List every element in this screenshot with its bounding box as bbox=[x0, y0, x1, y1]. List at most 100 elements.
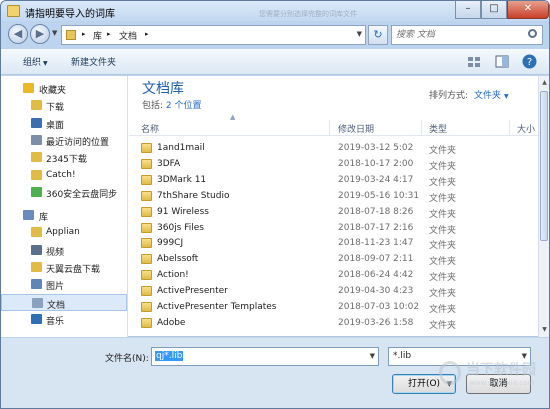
preview-pane-icon[interactable] bbox=[495, 55, 509, 68]
column-divider[interactable] bbox=[329, 120, 330, 135]
maximize-button[interactable]: □ bbox=[481, 1, 507, 19]
file-row[interactable]: ActivePresenter 2019-04-30 4:23 文件夹 bbox=[129, 283, 538, 299]
file-row[interactable]: 3DMark 11 2019-03-24 4:17 文件夹 bbox=[129, 172, 538, 188]
filetype-value: *.lib bbox=[393, 351, 412, 361]
documents-library-icon bbox=[32, 297, 43, 308]
sidebar-item-label: Applian bbox=[46, 227, 80, 238]
breadcrumb-separator[interactable]: ▸ bbox=[145, 30, 149, 38]
pictures-library-icon bbox=[31, 279, 42, 290]
sidebar-item[interactable]: 360安全云盘同步 bbox=[1, 184, 127, 201]
forward-button[interactable]: ▶ bbox=[30, 24, 50, 44]
minimize-button[interactable]: – bbox=[455, 1, 481, 19]
folder-icon bbox=[31, 152, 42, 163]
search-box[interactable] bbox=[391, 25, 543, 45]
sidebar-item[interactable]: 桌面 bbox=[1, 115, 127, 132]
sidebar-item-label: 下载 bbox=[46, 103, 65, 114]
sidebar-item[interactable]: 图片 bbox=[1, 276, 127, 293]
scroll-thumb[interactable] bbox=[540, 91, 548, 241]
folder-icon bbox=[141, 254, 152, 265]
sidebar-item[interactable]: 天翼云盘下载 bbox=[1, 259, 127, 276]
organize-menu[interactable]: 组织 ▼ bbox=[23, 55, 48, 68]
new-folder-button[interactable]: 新建文件夹 bbox=[71, 55, 116, 68]
file-type: 文件夹 bbox=[429, 305, 457, 315]
folder-icon bbox=[66, 30, 76, 40]
breadcrumb-separator[interactable]: ▸ bbox=[82, 30, 86, 38]
column-name[interactable]: 名称 bbox=[141, 122, 159, 135]
filename-combobox[interactable]: qj*.lib ▼ bbox=[151, 347, 379, 366]
open-label: 打开(O) bbox=[407, 379, 441, 389]
sidebar-item-label: 视频 bbox=[46, 247, 65, 258]
folder-icon bbox=[141, 302, 152, 312]
file-row[interactable]: 3DFA 2018-10-17 2:00 文件夹 bbox=[129, 156, 538, 172]
library-icon bbox=[23, 210, 34, 221]
file-name: 999CJ bbox=[157, 238, 184, 249]
sidebar-item[interactable]: 最近访问的位置 bbox=[1, 132, 127, 149]
breadcrumb-separator[interactable]: ▸ bbox=[107, 30, 111, 38]
recent-places-icon bbox=[31, 134, 42, 145]
folder-icon bbox=[31, 262, 42, 272]
vertical-scrollbar[interactable]: ▲ ▼ bbox=[538, 76, 549, 337]
sidebar-item[interactable]: 视频 bbox=[1, 242, 127, 259]
file-row[interactable]: 91 Wireless 2018-07-18 8:26 文件夹 bbox=[129, 204, 538, 220]
filename-input[interactable]: qj*.lib bbox=[155, 351, 184, 361]
sidebar-item-label: 桌面 bbox=[46, 120, 65, 131]
search-icon[interactable] bbox=[528, 29, 537, 38]
file-row[interactable]: Abelssoft 2018-09-07 2:11 文件夹 bbox=[129, 251, 538, 267]
content-area: 收藏夹下载桌面 最近访问的位置 2345下载 Catch! 360安全云盘同步库 Appl… bbox=[1, 76, 549, 337]
address-bar[interactable]: ▸ 库 ▸ 文档 ▸ ▼ bbox=[61, 25, 366, 45]
chevron-down-icon[interactable]: ▼ bbox=[370, 352, 375, 360]
organize-label: 组织 bbox=[23, 58, 42, 68]
watermark: 当下软件园 www.downxia.com bbox=[439, 351, 549, 408]
app-icon bbox=[7, 5, 20, 17]
breadcrumb-library[interactable]: 库 bbox=[93, 29, 102, 42]
sidebar-item[interactable]: Catch! bbox=[1, 167, 127, 184]
filename-label: 文件名(N): bbox=[105, 354, 149, 364]
folder-icon bbox=[141, 174, 152, 185]
file-row[interactable]: 7thShare Studio 2019-05-16 10:31 文件夹 bbox=[129, 188, 538, 204]
sidebar-item-label: 2345下载 bbox=[46, 155, 87, 166]
file-row[interactable]: ActivePresenter Templates 2018-07-03 10:0… bbox=[129, 299, 538, 315]
column-date[interactable]: 修改日期 bbox=[338, 122, 374, 135]
file-type: 文件夹 bbox=[429, 209, 457, 220]
view-options-icon[interactable] bbox=[467, 55, 481, 68]
back-button[interactable]: ◀ bbox=[8, 24, 28, 44]
file-type: 文件夹 bbox=[429, 320, 457, 331]
file-date: 2018-07-18 8:26 bbox=[338, 206, 414, 217]
file-row[interactable]: Adobe 2019-03-26 1:58 文件夹 bbox=[129, 315, 538, 331]
sidebar-item[interactable]: 文档 bbox=[1, 293, 127, 311]
file-row[interactable]: 999CJ 2018-11-23 1:47 文件夹 bbox=[129, 235, 538, 251]
sidebar-item[interactable]: 音乐 bbox=[1, 311, 127, 328]
background-ghost-text: 您需要分别选择完整的词库文件 bbox=[259, 10, 357, 18]
title-bar[interactable]: 请指明要导入的词库 您需要分别选择完整的词库文件 – □ ✕ bbox=[1, 1, 549, 21]
recent-pages-dropdown[interactable]: ▼ bbox=[52, 29, 57, 37]
file-name: 360js Files bbox=[157, 222, 204, 233]
column-divider[interactable] bbox=[509, 120, 510, 135]
file-open-dialog: 请指明要导入的词库 您需要分别选择完整的词库文件 – □ ✕ ◀ ▶ ▼ ▸ 库… bbox=[0, 0, 550, 409]
scroll-up-button[interactable]: ▲ bbox=[539, 76, 549, 90]
file-row[interactable]: Action! 2018-06-24 4:42 文件夹 bbox=[129, 267, 538, 283]
file-type: 文件夹 bbox=[429, 193, 457, 204]
close-button[interactable]: ✕ bbox=[507, 1, 549, 19]
file-row[interactable]: 360js Files 2018-07-17 2:16 文件夹 bbox=[129, 220, 538, 236]
column-divider[interactable] bbox=[421, 120, 422, 135]
sidebar-item[interactable]: 下载 bbox=[1, 97, 127, 114]
star-icon bbox=[23, 83, 34, 93]
sidebar-item[interactable]: 收藏夹 bbox=[1, 80, 127, 97]
address-dropdown[interactable]: ▼ bbox=[357, 30, 362, 38]
includes-locations-link[interactable]: 2 个位置 bbox=[166, 101, 202, 111]
search-input[interactable] bbox=[396, 28, 521, 42]
scroll-down-button[interactable]: ▼ bbox=[539, 323, 549, 337]
column-type[interactable]: 类型 bbox=[429, 122, 447, 135]
sidebar-item[interactable]: Applian bbox=[1, 224, 127, 241]
sidebar-item[interactable]: 库 bbox=[1, 207, 127, 224]
svg-text:?: ? bbox=[527, 57, 532, 68]
breadcrumb-documents[interactable]: 文档 bbox=[119, 29, 137, 42]
sidebar-item[interactable]: 2345下载 bbox=[1, 149, 127, 166]
column-size[interactable]: 大小 bbox=[517, 122, 535, 135]
help-icon[interactable]: ? bbox=[522, 54, 537, 69]
file-row[interactable]: 1and1mail 2019-03-12 5:02 文件夹 bbox=[129, 140, 538, 156]
file-date: 2018-07-03 10:02 bbox=[338, 302, 420, 312]
refresh-button[interactable]: ↻ bbox=[368, 25, 388, 45]
file-list-pane: 文档库 包括: 2 个位置 排列方式: 文件夹 ▼ ▲ 名称 修改日期 类型 大小… bbox=[129, 76, 538, 337]
arrange-by-dropdown[interactable]: 文件夹 ▼ bbox=[474, 91, 509, 101]
